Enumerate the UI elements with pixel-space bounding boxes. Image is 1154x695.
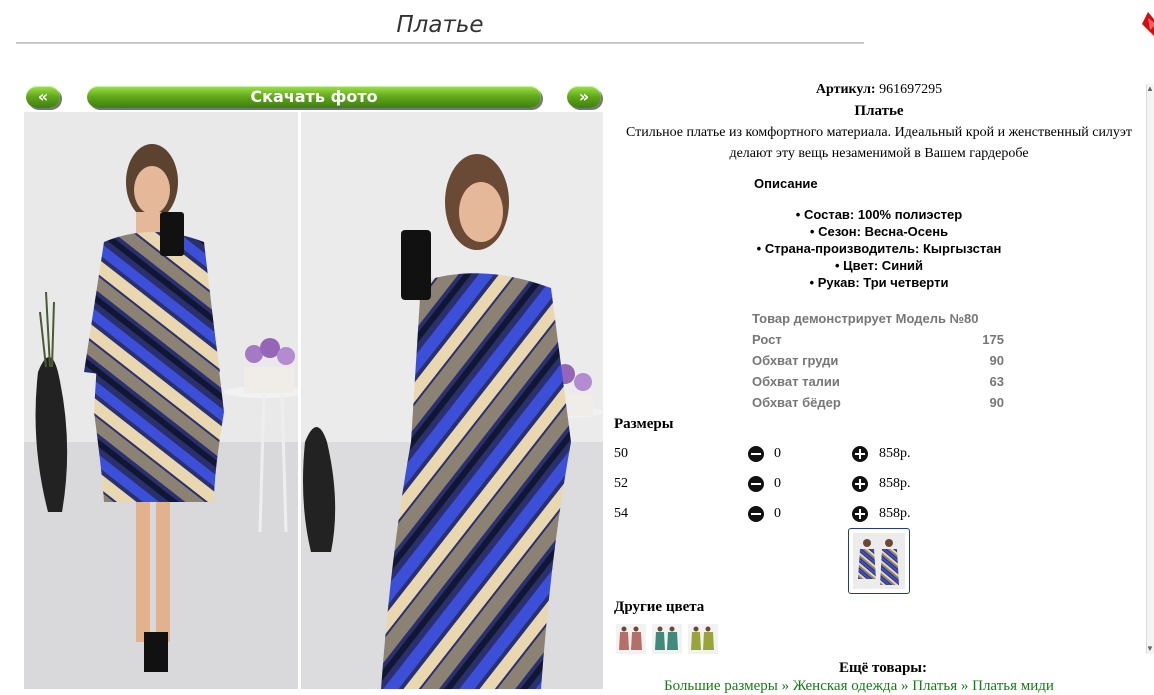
increase-quantity-button[interactable] bbox=[852, 446, 868, 462]
close-icon[interactable] bbox=[1138, 10, 1154, 44]
feature-item: • Состав: 100% полиэстер bbox=[795, 207, 963, 222]
size-row: 50 0 858р. bbox=[612, 444, 1012, 474]
decrease-quantity-button[interactable] bbox=[748, 446, 764, 462]
size-label: 52 bbox=[614, 476, 628, 491]
model-measurements: Товар демонстрирует Модель №80 Рост 175 О… bbox=[752, 308, 1004, 413]
selected-color-thumbnail[interactable] bbox=[848, 528, 910, 594]
article-label: Артикул: bbox=[815, 82, 876, 97]
other-color-thumbnail[interactable] bbox=[688, 624, 718, 654]
decrease-quantity-button[interactable] bbox=[748, 506, 764, 522]
quantity-value: 0 bbox=[774, 506, 781, 521]
size-label: 54 bbox=[614, 506, 628, 521]
scroll-up-arrow-icon[interactable]: ▲ bbox=[1146, 84, 1154, 94]
product-photo-side bbox=[301, 112, 603, 689]
other-colors-heading: Другие цвета bbox=[614, 599, 705, 615]
feature-list: • Состав: 100% полиэстер • Сезон: Весна-… bbox=[566, 206, 1154, 291]
size-price: 858р. bbox=[879, 476, 911, 491]
article-value: 961697295 bbox=[879, 82, 943, 97]
description-heading: Описание bbox=[754, 176, 818, 191]
scroll-down-arrow-icon[interactable]: ▼ bbox=[1146, 644, 1154, 654]
product-photo-front bbox=[24, 112, 298, 689]
measurement-row: Обхват талии 63 bbox=[752, 374, 1004, 389]
feature-item: • Страна-производитель: Кыргызстан bbox=[756, 241, 1002, 256]
decrease-quantity-button[interactable] bbox=[748, 476, 764, 492]
quantity-value: 0 bbox=[774, 476, 781, 491]
product-name: Платье bbox=[854, 103, 904, 119]
feature-item: • Рукав: Три четверти bbox=[809, 275, 949, 290]
size-price: 858р. bbox=[879, 506, 911, 521]
sizes-heading: Размеры bbox=[614, 416, 674, 432]
download-photo-button[interactable]: Скачать фото bbox=[87, 86, 541, 108]
size-row: 52 0 858р. bbox=[612, 474, 1012, 504]
size-price: 858р. bbox=[879, 446, 911, 461]
increase-quantity-button[interactable] bbox=[852, 506, 868, 522]
article-line: Артикул: 961697295 bbox=[612, 82, 1146, 98]
other-color-thumbnail[interactable] bbox=[616, 624, 646, 654]
size-label: 50 bbox=[614, 446, 628, 461]
next-photo-button[interactable]: » bbox=[567, 86, 601, 108]
size-row: 54 0 858р. bbox=[612, 504, 1012, 534]
quantity-value: 0 bbox=[774, 446, 781, 461]
product-description: Стильное платье из комфортного материала… bbox=[625, 125, 1133, 161]
feature-item: • Цвет: Синий bbox=[834, 258, 924, 273]
measurement-row: Обхват груди 90 bbox=[752, 353, 1004, 368]
model-heading: Товар демонстрирует Модель №80 bbox=[752, 311, 979, 326]
measurement-row: Рост 175 bbox=[752, 332, 1004, 347]
prev-photo-button[interactable]: « bbox=[26, 86, 60, 108]
vertical-scrollbar[interactable] bbox=[1146, 84, 1154, 654]
feature-item: • Сезон: Весна-Осень bbox=[809, 224, 949, 239]
category-breadcrumb[interactable]: Большие размеры » Женская одежда » Плать… bbox=[664, 678, 1154, 695]
measurement-row: Обхват бёдер 90 bbox=[752, 395, 1004, 410]
page-title: Платье bbox=[16, 8, 864, 44]
more-products-heading: Ещё товары: bbox=[838, 660, 928, 676]
other-color-thumbnail[interactable] bbox=[652, 624, 682, 654]
increase-quantity-button[interactable] bbox=[852, 476, 868, 492]
